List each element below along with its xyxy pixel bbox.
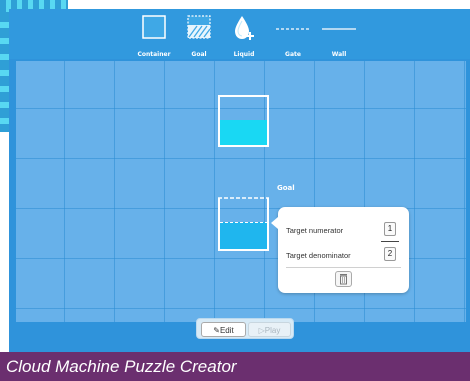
container-liquid bbox=[220, 120, 267, 145]
liquid-container[interactable] bbox=[218, 95, 269, 147]
wall-line-icon bbox=[322, 28, 356, 30]
denominator-label: Target denominator bbox=[286, 251, 351, 260]
tool-wall[interactable]: Wall bbox=[311, 15, 367, 59]
tool-liquid[interactable]: Liquid bbox=[216, 15, 272, 59]
numerator-label: Target numerator bbox=[286, 226, 344, 235]
trash-icon bbox=[340, 274, 347, 285]
goal-target-fill bbox=[220, 222, 267, 249]
tool-palette: Container Goal Liquid Gate Wall bbox=[9, 9, 470, 59]
goal-target-line bbox=[220, 222, 267, 223]
edit-label: Edit bbox=[219, 326, 234, 335]
fraction-bar bbox=[381, 241, 399, 242]
liquid-drop-add-icon bbox=[235, 16, 254, 40]
goal-top-gate bbox=[218, 197, 269, 199]
pencil-icon: ✎ bbox=[213, 326, 220, 335]
container-icon bbox=[142, 15, 166, 39]
denominator-input[interactable]: 2 bbox=[384, 247, 396, 261]
goal-hatch-icon bbox=[187, 15, 211, 39]
puzzle-creator-app: Container Goal Liquid Gate Wall Goal Tar… bbox=[9, 9, 470, 360]
popup-divider bbox=[286, 267, 401, 268]
goal-label: Goal bbox=[277, 184, 295, 192]
mode-switch: ✎Edit ▷Play bbox=[196, 318, 294, 339]
play-mode-button[interactable]: ▷Play bbox=[248, 322, 291, 337]
gate-dashed-line-icon bbox=[276, 28, 310, 30]
numerator-input[interactable]: 1 bbox=[384, 222, 396, 236]
goal-settings-popup: Target numerator 1 Target denominator 2 bbox=[271, 207, 409, 293]
delete-button[interactable] bbox=[335, 271, 352, 287]
container-gate[interactable] bbox=[218, 144, 269, 148]
caption-bar: Cloud Machine Puzzle Creator bbox=[0, 352, 470, 381]
tool-label: Liquid bbox=[233, 51, 255, 58]
edit-mode-button[interactable]: ✎Edit bbox=[201, 322, 246, 337]
tool-label: Wall bbox=[331, 51, 347, 58]
play-label: Play bbox=[264, 326, 281, 335]
goal-container[interactable] bbox=[218, 197, 269, 251]
puzzle-grid-board[interactable]: Goal Target numerator 1 Target denominat… bbox=[16, 61, 466, 322]
